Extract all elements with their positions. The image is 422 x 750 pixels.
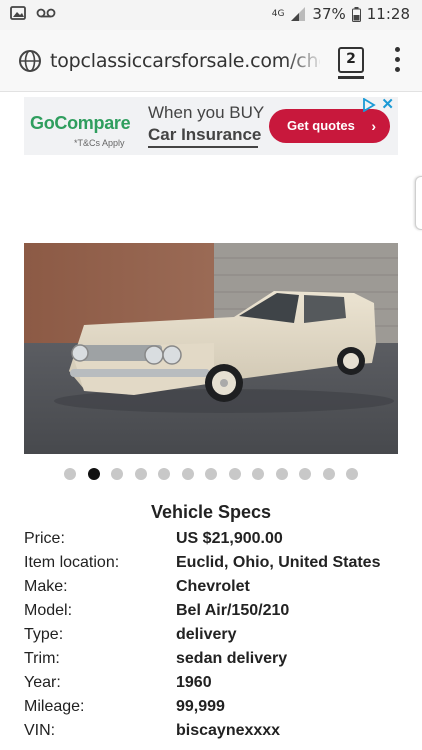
gallery-dot[interactable] — [111, 468, 123, 480]
gallery-dot[interactable] — [299, 468, 311, 480]
signal-icon — [291, 7, 306, 21]
specs-title: Vehicle Specs — [150, 502, 272, 522]
ad-headline-1: When you BUY — [148, 103, 265, 122]
gallery-dot[interactable] — [252, 468, 264, 480]
tabs-button[interactable]: 2 — [338, 47, 364, 73]
gallery-dot[interactable] — [158, 468, 170, 480]
ad-close-icon[interactable]: ✕ — [381, 97, 394, 113]
spec-row: Year: 1960 — [24, 674, 404, 698]
ad-terms: *T&Cs Apply — [74, 138, 125, 148]
gallery-dot[interactable] — [87, 468, 100, 480]
spec-value: delivery — [176, 626, 237, 643]
vehicle-photo-image — [24, 243, 398, 454]
gallery-dot[interactable] — [181, 468, 194, 480]
spec-value: 99,999 — [176, 698, 225, 715]
browser-toolbar: topclassiccarsforsale.com/chevr 2 — [0, 30, 422, 92]
battery-percent: 37% — [312, 5, 346, 23]
gallery-dot[interactable] — [205, 468, 217, 480]
spec-row: VIN: biscaynexxxx — [24, 722, 404, 746]
spec-row: Model: Bel Air/150/210 — [24, 602, 404, 626]
chevron-right-icon: › — [371, 118, 376, 134]
spec-value: biscaynexxxx — [176, 722, 281, 739]
spec-value: sedan delivery — [176, 650, 288, 667]
spec-row: Mileage: 99,999 — [24, 698, 404, 722]
url-fade — [285, 44, 325, 78]
spec-value: US $21,900.00 — [176, 530, 283, 547]
spec-value: 1960 — [176, 674, 212, 691]
gallery-dot[interactable] — [134, 468, 147, 480]
ad-brand-logo: GoCompare — [30, 113, 131, 133]
ad-underline — [148, 146, 258, 148]
gallery-pagination — [64, 468, 358, 480]
adchoices-icon[interactable] — [362, 98, 376, 112]
spec-label: Item location: — [24, 554, 120, 571]
spec-label: Type: — [24, 626, 64, 643]
spec-row: Item location: Euclid, Ohio, United State… — [24, 554, 404, 578]
overflow-menu-icon[interactable] — [392, 47, 402, 75]
spec-label: Trim: — [24, 650, 60, 667]
spec-row: Make: Chevrolet — [24, 578, 404, 602]
spec-label: Make: — [24, 578, 68, 595]
scroll-handle[interactable] — [415, 176, 422, 230]
spec-value: Bel Air/150/210 — [176, 602, 290, 619]
clock: 11:28 — [366, 5, 410, 23]
spec-value: Chevrolet — [176, 578, 250, 595]
globe-icon[interactable] — [18, 49, 42, 73]
gallery-dot[interactable] — [322, 468, 335, 480]
address-bar[interactable]: topclassiccarsforsale.com/chevr — [50, 50, 320, 72]
network-type: 4G — [271, 8, 285, 19]
gallery-dot[interactable] — [275, 468, 288, 480]
ad-headline-2: Car Insurance — [148, 125, 262, 144]
gallery-dot[interactable] — [64, 468, 76, 480]
vehicle-photo[interactable] — [24, 243, 398, 454]
spec-row: Trim: sedan delivery — [24, 650, 404, 674]
spec-row: Type: delivery — [24, 626, 404, 650]
spec-label: Model: — [24, 602, 73, 619]
gallery-dot[interactable] — [228, 468, 241, 480]
get-quotes-label: Get quotes — [287, 118, 355, 133]
battery-icon — [351, 6, 361, 22]
ad-banner[interactable]: GoCompare *T&Cs Apply When you BUY Car I… — [24, 97, 398, 155]
spec-label: Year: — [24, 674, 61, 691]
spec-label: VIN: — [24, 722, 56, 739]
voicemail-icon — [36, 8, 56, 18]
spec-label: Price: — [24, 530, 65, 547]
spec-label: Mileage: — [24, 698, 85, 715]
gallery-dot[interactable] — [346, 468, 358, 480]
spec-value: Euclid, Ohio, United States — [176, 554, 381, 571]
gallery-icon — [10, 6, 26, 20]
tabs-button-underline — [338, 76, 364, 79]
spec-row: Price: US $21,900.00 — [24, 530, 404, 554]
get-quotes-button[interactable]: Get quotes › — [269, 109, 390, 143]
status-bar: 4G 37% 11:28 — [0, 0, 422, 30]
